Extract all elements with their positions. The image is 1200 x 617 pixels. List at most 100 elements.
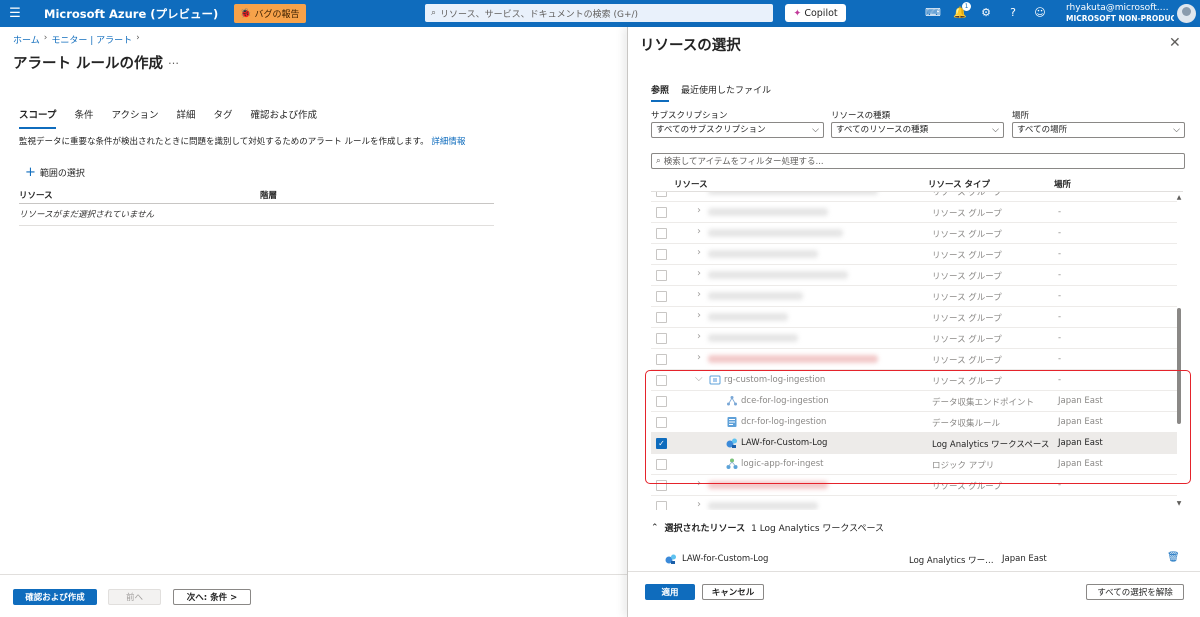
previous-button[interactable]: 前へ (108, 589, 161, 605)
chevron-right-icon[interactable]: › (697, 247, 701, 258)
row-checkbox[interactable] (656, 270, 667, 281)
location-dropdown[interactable]: すべての場所 ⌵ (1012, 122, 1185, 138)
chevron-right-icon[interactable]: › (697, 289, 701, 300)
table-row[interactable]: › リソース グループ - (651, 265, 1177, 286)
row-checkbox[interactable] (656, 417, 667, 428)
row-type: リソース グループ (932, 335, 1002, 345)
row-checkbox[interactable] (656, 333, 667, 344)
table-row-law[interactable]: ✓ LAW-for-Custom-Log Log Analytics ワークスペ… (651, 433, 1177, 454)
row-checkbox[interactable] (656, 228, 667, 239)
learn-more-link[interactable]: 詳細情報 (431, 137, 465, 147)
global-search-input[interactable]: ⌕ リソース、サービス、ドキュメントの検索 (G+/) (425, 4, 773, 22)
chevron-right-icon[interactable]: › (697, 331, 701, 342)
redacted-name (708, 192, 878, 195)
tab-browse[interactable]: 参照 (651, 83, 670, 102)
chevron-down-icon[interactable]: ⌵ (695, 373, 703, 384)
table-row-resource-group[interactable]: ⌵ rg-custom-log-ingestion リソース グループ - (651, 370, 1177, 391)
resource-type-dropdown[interactable]: すべてのリソースの種類 ⌵ (831, 122, 1004, 138)
table-row-dcr[interactable]: dcr-for-log-ingestion データ収集ルール Japan Eas… (651, 412, 1177, 433)
row-checkbox[interactable] (656, 375, 667, 386)
delete-icon[interactable]: 🗑 (1167, 552, 1180, 563)
clear-all-button[interactable]: すべての選択を解除 (1086, 584, 1184, 600)
table-row[interactable]: › リソース グループ - (651, 244, 1177, 265)
tab-condition[interactable]: 条件 (74, 107, 93, 129)
subscription-dropdown[interactable]: すべてのサブスクリプション ⌵ (651, 122, 824, 138)
row-checkbox-checked[interactable]: ✓ (656, 438, 667, 449)
chevron-up-icon[interactable]: ⌃ (651, 523, 659, 533)
chevron-right-icon[interactable]: › (697, 352, 701, 363)
table-row[interactable]: › (651, 496, 1177, 510)
tab-scope[interactable]: スコープ (19, 107, 57, 129)
table-row[interactable]: › リソース グループ - (651, 307, 1177, 328)
table-row-logic-app[interactable]: logic-app-for-ingest ロジック アプリ Japan East (651, 454, 1177, 475)
review-create-button[interactable]: 確認および作成 (13, 589, 97, 605)
table-row[interactable]: › リソース グループ - (651, 475, 1177, 496)
row-checkbox[interactable] (656, 501, 667, 510)
column-resource: リソース (674, 180, 708, 190)
table-row[interactable]: › リソース グループ - (651, 202, 1177, 223)
table-row[interactable]: › リソース グループ - (651, 192, 1177, 202)
chevron-down-icon: ⌵ (812, 125, 819, 135)
copilot-button[interactable]: ✦ Copilot (785, 4, 846, 22)
row-type: データ収集エンドポイント (932, 398, 1035, 408)
bug-report-button[interactable]: 🐞 バグの報告 (234, 4, 306, 23)
table-row-dce[interactable]: dce-for-log-ingestion データ収集エンドポイント Japan… (651, 391, 1177, 412)
row-checkbox[interactable] (656, 480, 667, 491)
resource-list-scrollbar[interactable]: ▲ ▼ (1175, 192, 1183, 510)
selected-resources-header[interactable]: ⌃ 選択されたリソース 1 Log Analytics ワークスペース (651, 521, 884, 535)
tab-tags[interactable]: タグ (214, 107, 233, 129)
scrollbar-thumb[interactable] (1177, 308, 1181, 424)
table-row[interactable]: › リソース グループ - (651, 286, 1177, 307)
row-checkbox[interactable] (656, 312, 667, 323)
close-icon[interactable]: ✕ (1169, 35, 1181, 51)
row-checkbox[interactable] (656, 192, 667, 197)
notifications-icon[interactable]: 🔔 1 (953, 2, 971, 20)
select-scope-button[interactable]: + 範囲の選択 (25, 166, 85, 180)
chevron-right-icon[interactable]: › (697, 310, 701, 321)
row-checkbox[interactable] (656, 459, 667, 470)
row-checkbox[interactable] (656, 249, 667, 260)
row-type: リソース グループ (932, 192, 1002, 198)
resource-filter-input[interactable]: ⌕ 検索してアイテムをフィルター処理する... (651, 153, 1185, 169)
hamburger-menu-icon[interactable]: ☰ (0, 6, 30, 21)
settings-gear-icon[interactable]: ⚙ (979, 6, 993, 20)
row-checkbox[interactable] (656, 291, 667, 302)
footer-divider (628, 571, 1200, 572)
tab-review-create[interactable]: 確認および作成 (251, 107, 318, 129)
feedback-icon[interactable]: ☺ (1033, 6, 1047, 20)
row-checkbox[interactable] (656, 396, 667, 407)
chevron-right-icon[interactable]: › (697, 192, 701, 195)
chevron-right-icon[interactable]: › (697, 499, 701, 510)
tab-recent[interactable]: 最近使用したファイル (681, 83, 771, 102)
chevron-right-icon[interactable]: › (697, 268, 701, 279)
tab-actions[interactable]: アクション (111, 107, 158, 129)
breadcrumb-home[interactable]: ホーム (13, 33, 40, 46)
selected-resources-label: 選択されたリソース (664, 524, 746, 534)
cancel-button[interactable]: キャンセル (702, 584, 764, 600)
row-checkbox[interactable] (656, 354, 667, 365)
avatar[interactable] (1177, 4, 1196, 23)
apply-button[interactable]: 適用 (645, 584, 695, 600)
top-bar: ☰ Microsoft Azure (プレビュー) 🐞 バグの報告 ⌕ リソース… (0, 0, 1200, 27)
scroll-down-icon[interactable]: ▼ (1175, 500, 1183, 507)
scroll-up-icon[interactable]: ▲ (1175, 194, 1183, 201)
help-icon[interactable]: ? (1006, 6, 1020, 20)
cloud-shell-icon[interactable]: ⌨ (925, 6, 941, 20)
row-location: Japan East (1058, 396, 1103, 406)
breadcrumb-monitor-alerts[interactable]: モニター | アラート (51, 33, 132, 46)
select-resource-panel: リソースの選択 ✕ 参照 最近使用したファイル サブスクリプション すべてのサブ… (627, 27, 1200, 617)
table-row[interactable]: › リソース グループ - (651, 223, 1177, 244)
next-condition-button[interactable]: 次へ: 条件 > (173, 589, 251, 605)
more-options-icon[interactable]: … (168, 54, 179, 67)
row-type: リソース グループ (932, 377, 1002, 387)
chevron-right-icon[interactable]: › (697, 478, 701, 489)
chevron-right-icon[interactable]: › (697, 226, 701, 237)
row-location: - (1058, 291, 1062, 301)
row-checkbox[interactable] (656, 207, 667, 218)
table-row[interactable]: › リソース グループ - (651, 328, 1177, 349)
table-row[interactable]: › リソース グループ - (651, 349, 1177, 370)
portal-brand[interactable]: Microsoft Azure (プレビュー) (44, 6, 218, 22)
tab-details[interactable]: 詳細 (176, 107, 195, 129)
chevron-right-icon[interactable]: › (697, 205, 701, 216)
account-menu[interactable]: rhyakuta@microsoft.… MICROSOFT NON-PRODU… (1066, 3, 1174, 23)
